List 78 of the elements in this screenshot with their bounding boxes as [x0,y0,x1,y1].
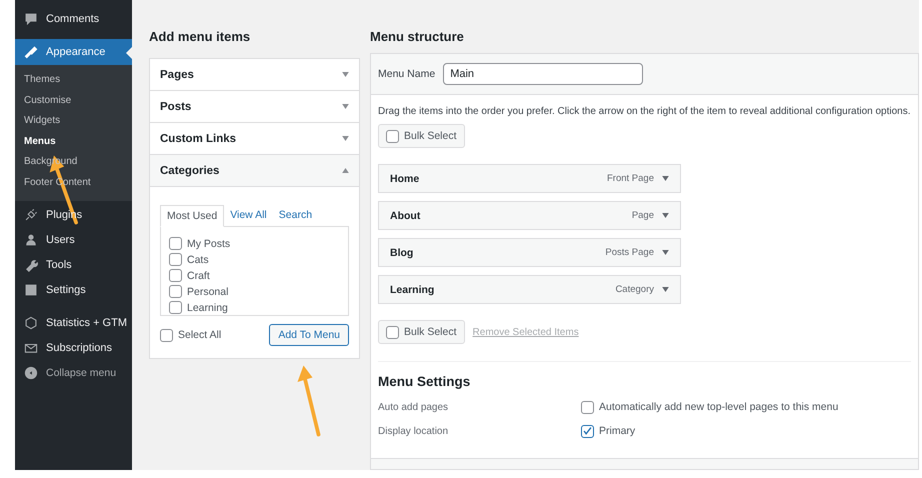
menu-icon [24,45,38,59]
sidebar-item[interactable]: Settings [15,278,132,303]
sidebar-item[interactable]: Users [15,228,132,253]
setting-label: Auto add pages [378,402,450,412]
menu-icon [24,341,38,356]
menu-icon [24,12,38,26]
submenu-item[interactable]: Menus [15,132,56,154]
settings-heading: Menu Settings [378,374,472,389]
menu-item-title: About [390,210,422,222]
accordion-header[interactable]: Posts [150,91,359,123]
menu-icon [24,258,38,272]
menu-item-title: Blog [390,246,414,258]
sidebar-item[interactable]: Statistics + GTM [15,310,132,336]
checkbox[interactable] [169,253,182,266]
checkbox[interactable] [169,269,182,282]
menu-item-title: Learning [390,284,436,296]
checkbox-label: Select All [178,329,222,341]
menu-item-type: Category [615,284,654,295]
tab[interactable]: View All [224,205,273,226]
checkbox[interactable] [169,301,182,314]
menu-item-bar[interactable]: Learning Category [378,275,681,304]
menu-icon [24,283,38,298]
menu-item-type: Page [632,210,654,221]
checkbox-label: Automatically add new top-level pages to this menu [599,401,838,413]
menu-icon [24,366,38,380]
checkbox[interactable] [169,285,182,298]
sidebar-item[interactable]: Appearance [15,39,132,65]
menu-item-bar[interactable]: Home Front Page [378,164,681,193]
checkbox-label: Craft [187,270,210,282]
caret-icon[interactable] [662,287,669,292]
checkbox[interactable] [386,326,399,338]
field-label: Menu Name [378,68,436,80]
checkbox[interactable] [169,237,182,250]
menu-name-field[interactable]: Main [443,63,644,85]
checkbox[interactable] [581,400,594,414]
tab[interactable]: Most Used [160,205,224,227]
setting-label: Display location [378,426,450,436]
menu-item-bar[interactable]: Blog Posts Page [378,238,681,267]
caret-icon[interactable] [662,213,669,218]
menu-item-type: Front Page [607,173,654,184]
menu-item-bar[interactable]: About Page [378,201,681,230]
checkbox-label: My Posts [187,238,230,250]
submenu-item[interactable]: Themes [15,71,60,92]
accordion-header[interactable]: Pages [150,59,359,91]
checkbox-label: Bulk Select [404,326,457,338]
checkbox-label: Learning [187,302,228,314]
accordion-header[interactable]: Categories [150,155,359,187]
sidebar-item[interactable]: Collapse menu [15,360,132,386]
caret-icon [342,136,349,141]
caret-icon [342,168,349,173]
checkbox-label: Personal [187,286,228,298]
menu-icon [24,316,38,330]
sidebar-item[interactable]: Tools [15,252,132,278]
checkbox[interactable] [386,130,399,142]
caret-icon [342,72,349,77]
checkbox-label: Cats [187,254,209,266]
menu-icon [24,233,38,248]
menu-item-title: Home [390,172,420,184]
instructions-text: Drag the items into the order you prefer. Click the arrow on the right of the item to reveal additional configuration options. [378,106,911,117]
caret-icon[interactable] [662,176,669,181]
section-heading: Add menu items [149,29,252,45]
checkbox[interactable] [581,424,594,438]
add-to-menu-button[interactable]: Add To Menu [269,324,349,346]
sidebar-item[interactable]: Comments [15,6,132,31]
checkbox-label: Primary [599,425,636,437]
checkbox-label: Bulk Select [404,130,457,142]
tab[interactable]: Search [272,205,318,226]
sidebar-item[interactable]: Subscriptions [15,336,132,361]
caret-icon [342,104,349,109]
checkbox[interactable] [160,328,173,342]
bulk-select-button[interactable]: Bulk Select [378,124,465,148]
menu-item-type: Posts Page [605,247,654,258]
submenu-item[interactable]: Widgets [15,112,60,133]
submenu-item[interactable]: Customise [15,92,72,112]
caret-icon[interactable] [662,250,669,255]
menu-icon [24,208,38,222]
bulk-select-button[interactable]: Bulk Select [378,320,465,344]
section-heading: Menu structure [370,29,465,45]
